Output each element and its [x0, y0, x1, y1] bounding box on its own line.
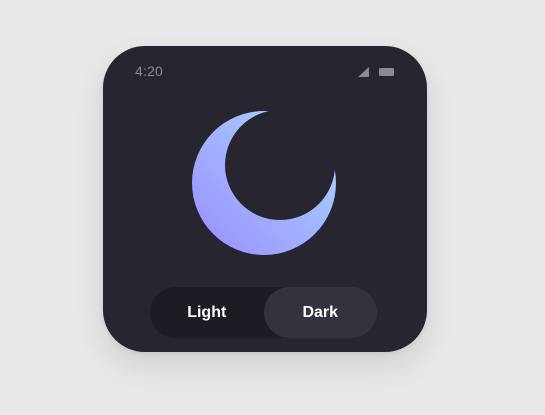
light-mode-label: Light [187, 303, 227, 321]
light-mode-option[interactable]: Light [150, 287, 264, 338]
dark-mode-option[interactable]: Dark [263, 287, 377, 338]
moon-icon [192, 111, 336, 255]
status-icons [358, 67, 394, 77]
signal-icon [358, 67, 369, 77]
device-frame: 4:20 Light Dark [103, 46, 427, 352]
theme-toggle: Light Dark [150, 287, 377, 338]
status-time: 4:20 [135, 63, 164, 79]
dark-mode-label: Dark [302, 303, 339, 321]
battery-icon [379, 68, 394, 76]
